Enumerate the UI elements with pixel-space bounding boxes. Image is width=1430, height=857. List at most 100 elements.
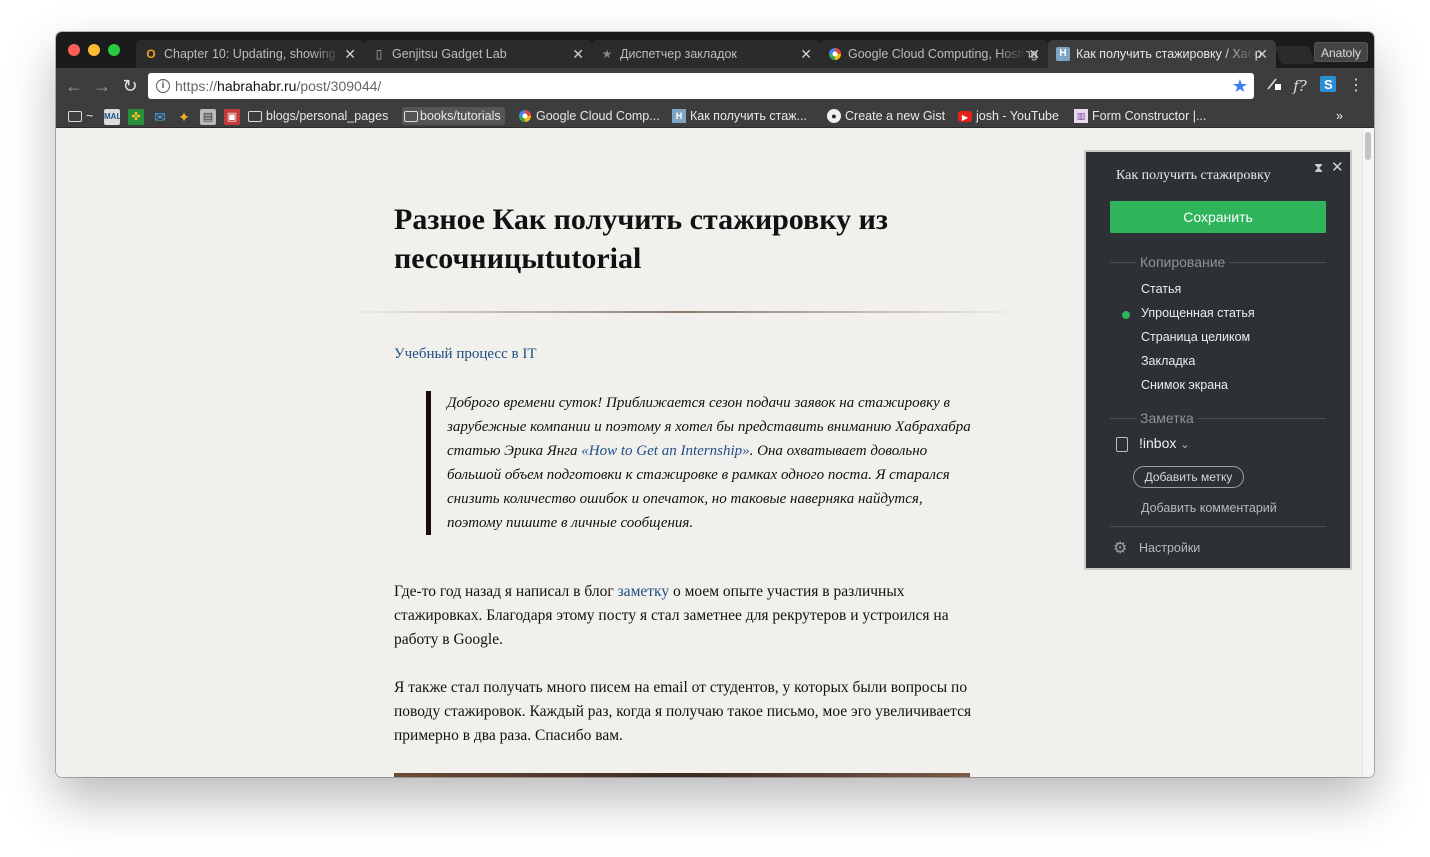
tab-close-icon[interactable]: ✕ [800, 40, 812, 68]
github-icon: ● [827, 109, 841, 123]
address-bar[interactable]: i https://habrahabr.ru/post/309044/ ★ [148, 73, 1254, 99]
bookmark-label: Create a new Gist [845, 109, 946, 123]
svg-text:S: S [1324, 77, 1333, 92]
formula-extension-icon[interactable]: f? [1290, 76, 1310, 96]
blog-post-link[interactable]: заметку [618, 583, 670, 600]
article-title: Разное Как получить стажировку из песочн… [394, 203, 888, 275]
new-tab-button[interactable] [1274, 46, 1316, 64]
browser-toolbar: ← → ↻ i https://habrahabr.ru/post/309044… [56, 68, 1374, 104]
bookmark-folder-books[interactable]: books/tutorials [402, 107, 505, 125]
back-arrow-icon[interactable]: ← [64, 76, 84, 96]
mail-check-icon[interactable]: ✉ [152, 109, 168, 125]
menu-dots-icon[interactable]: ⋮ [1346, 76, 1366, 96]
tab-title: Genjitsu Gadget Lab [392, 47, 507, 61]
note-section-header: Заметка [1110, 410, 1326, 426]
add-tag-button[interactable]: Добавить метку [1133, 466, 1244, 488]
tab-title: Chapter 10: Updating, showing [164, 47, 336, 61]
youtube-icon: ▶ [958, 111, 972, 122]
document-icon[interactable]: ▤ [200, 109, 216, 125]
trello-icon: ▥ [1074, 109, 1088, 123]
clip-option-screenshot[interactable]: Снимок экрана [1141, 378, 1228, 392]
bookmark-label: josh - YouTube [976, 109, 1059, 123]
page-viewport: Разное Как получить стажировку из песочн… [56, 128, 1374, 777]
page-icon: ▯ [375, 47, 383, 61]
collapse-icon[interactable]: ⧗ [1314, 160, 1323, 176]
tab-google-cloud[interactable]: Google Cloud Computing, Hosting ✕ [820, 40, 1048, 68]
bookmark-google-cloud[interactable]: Google Cloud Comp... [518, 107, 660, 125]
bookmark-gist[interactable]: ● Create a new Gist [827, 107, 945, 125]
gear-icon[interactable]: ⚙ [1113, 538, 1127, 558]
tab-close-icon[interactable]: ✕ [1256, 40, 1268, 68]
window-minimize-button[interactable] [88, 44, 100, 56]
settings-link[interactable]: Настройки [1139, 541, 1200, 555]
clip-option-article[interactable]: Статья [1141, 282, 1181, 296]
pinwheel-icon[interactable]: ✤ [128, 109, 144, 125]
scrollbar-thumb[interactable] [1365, 132, 1371, 160]
url-scheme: https:// [175, 78, 218, 94]
clipper-title: Как получить стажировку [1116, 168, 1271, 183]
google-cloud-icon [828, 47, 842, 61]
section-label: Копирование [1136, 254, 1230, 270]
tab-close-icon[interactable]: ✕ [1028, 40, 1040, 68]
tab-strip: O Chapter 10: Updating, showing ✕ ▯ Genj… [56, 32, 1374, 68]
bookmark-folder-home[interactable]: ~ [68, 107, 93, 125]
paragraph-text: Где-то год назад я написал в блог [394, 583, 618, 600]
chevron-down-icon: ⌄ [1180, 439, 1190, 451]
notebook-select[interactable]: !inbox ⌄ [1139, 435, 1189, 451]
bookmark-youtube[interactable]: ▶ josh - YouTube [958, 107, 1059, 125]
bookmark-label: blogs/personal_pages [266, 109, 389, 123]
o-logo-icon: O [146, 47, 156, 61]
browser-window: O Chapter 10: Updating, showing ✕ ▯ Genj… [56, 32, 1374, 777]
bookmark-label: books/tutorials [420, 109, 501, 123]
bookmark-label: Как получить стаж... [690, 109, 807, 123]
bookmark-form-constructor[interactable]: ▥ Form Constructor |... [1074, 107, 1206, 125]
bookmarks-bar: ~ MAL ✤ ✉ ✦ ▤ ▣ blogs/personal_pages boo… [56, 104, 1374, 128]
window-maximize-button[interactable] [108, 44, 120, 56]
folder-icon [248, 111, 262, 122]
bookmark-star-icon[interactable]: ★ [1232, 73, 1248, 99]
mal-icon[interactable]: MAL [104, 109, 121, 125]
habr-icon: H [672, 109, 686, 123]
article-paragraph: Я также стал получать много писем на ema… [394, 679, 972, 744]
hub-link[interactable]: Учебный процесс в IT [394, 346, 536, 363]
reload-icon[interactable]: ↻ [120, 76, 140, 96]
section-label: Заметка [1136, 410, 1198, 426]
web-clipper-panel: Как получить стажировку ⧗ ✕ Сохранить Ко… [1084, 150, 1352, 570]
folder-icon [404, 111, 418, 122]
bookmark-label: Google Cloud Comp... [536, 109, 660, 123]
clip-option-bookmark[interactable]: Закладка [1141, 354, 1195, 368]
tab-genjitsu[interactable]: ▯ Genjitsu Gadget Lab ✕ [364, 40, 592, 68]
tab-close-icon[interactable]: ✕ [344, 40, 356, 68]
photos-icon[interactable]: ✦ [176, 109, 192, 125]
page-scrollbar[interactable] [1362, 128, 1374, 777]
tab-close-icon[interactable]: ✕ [572, 40, 584, 68]
tab-habr-active[interactable]: H Как получить стажировку / Хабр ✕ [1048, 40, 1276, 68]
article-paragraph: Где-то год назад я написал в блог заметк… [394, 580, 972, 652]
profile-button[interactable]: Anatoly [1313, 42, 1368, 62]
red-app-icon[interactable]: ▣ [224, 109, 240, 125]
folder-icon [68, 111, 82, 122]
internship-article-link[interactable]: «How to Get an Internship» [581, 443, 749, 459]
tab-title: Диспетчер закладок [620, 47, 737, 61]
save-button[interactable]: Сохранить [1110, 201, 1326, 233]
s-extension-icon[interactable]: S [1318, 76, 1338, 96]
close-icon[interactable]: ✕ [1331, 158, 1344, 176]
bookmark-folder-blogs[interactable]: blogs/personal_pages [248, 107, 388, 125]
clip-option-simplified-article[interactable]: Упрощенная статья [1141, 306, 1255, 320]
habr-icon: H [1056, 47, 1070, 61]
bookmarks-overflow-button[interactable]: » [1336, 107, 1343, 125]
selected-dot-icon [1122, 311, 1130, 319]
forward-arrow-icon[interactable]: → [92, 76, 112, 96]
tab-chapter-10[interactable]: O Chapter 10: Updating, showing ✕ [136, 40, 364, 68]
site-info-icon[interactable]: i [156, 79, 170, 93]
bookmark-habr[interactable]: H Как получить стаж... [672, 107, 807, 125]
notebook-name: !inbox [1139, 435, 1177, 451]
clip-option-full-page[interactable]: Страница целиком [1141, 330, 1250, 344]
evernote-extension-icon[interactable] [1264, 76, 1284, 96]
url-path: /post/309044/ [296, 78, 382, 94]
add-comment-field[interactable]: Добавить комментарий [1141, 501, 1277, 515]
window-close-button[interactable] [68, 44, 80, 56]
title-divider [342, 311, 1022, 313]
bookmark-label: Form Constructor |... [1092, 109, 1207, 123]
tab-bookmark-manager[interactable]: ★ Диспетчер закладок ✕ [592, 40, 820, 68]
